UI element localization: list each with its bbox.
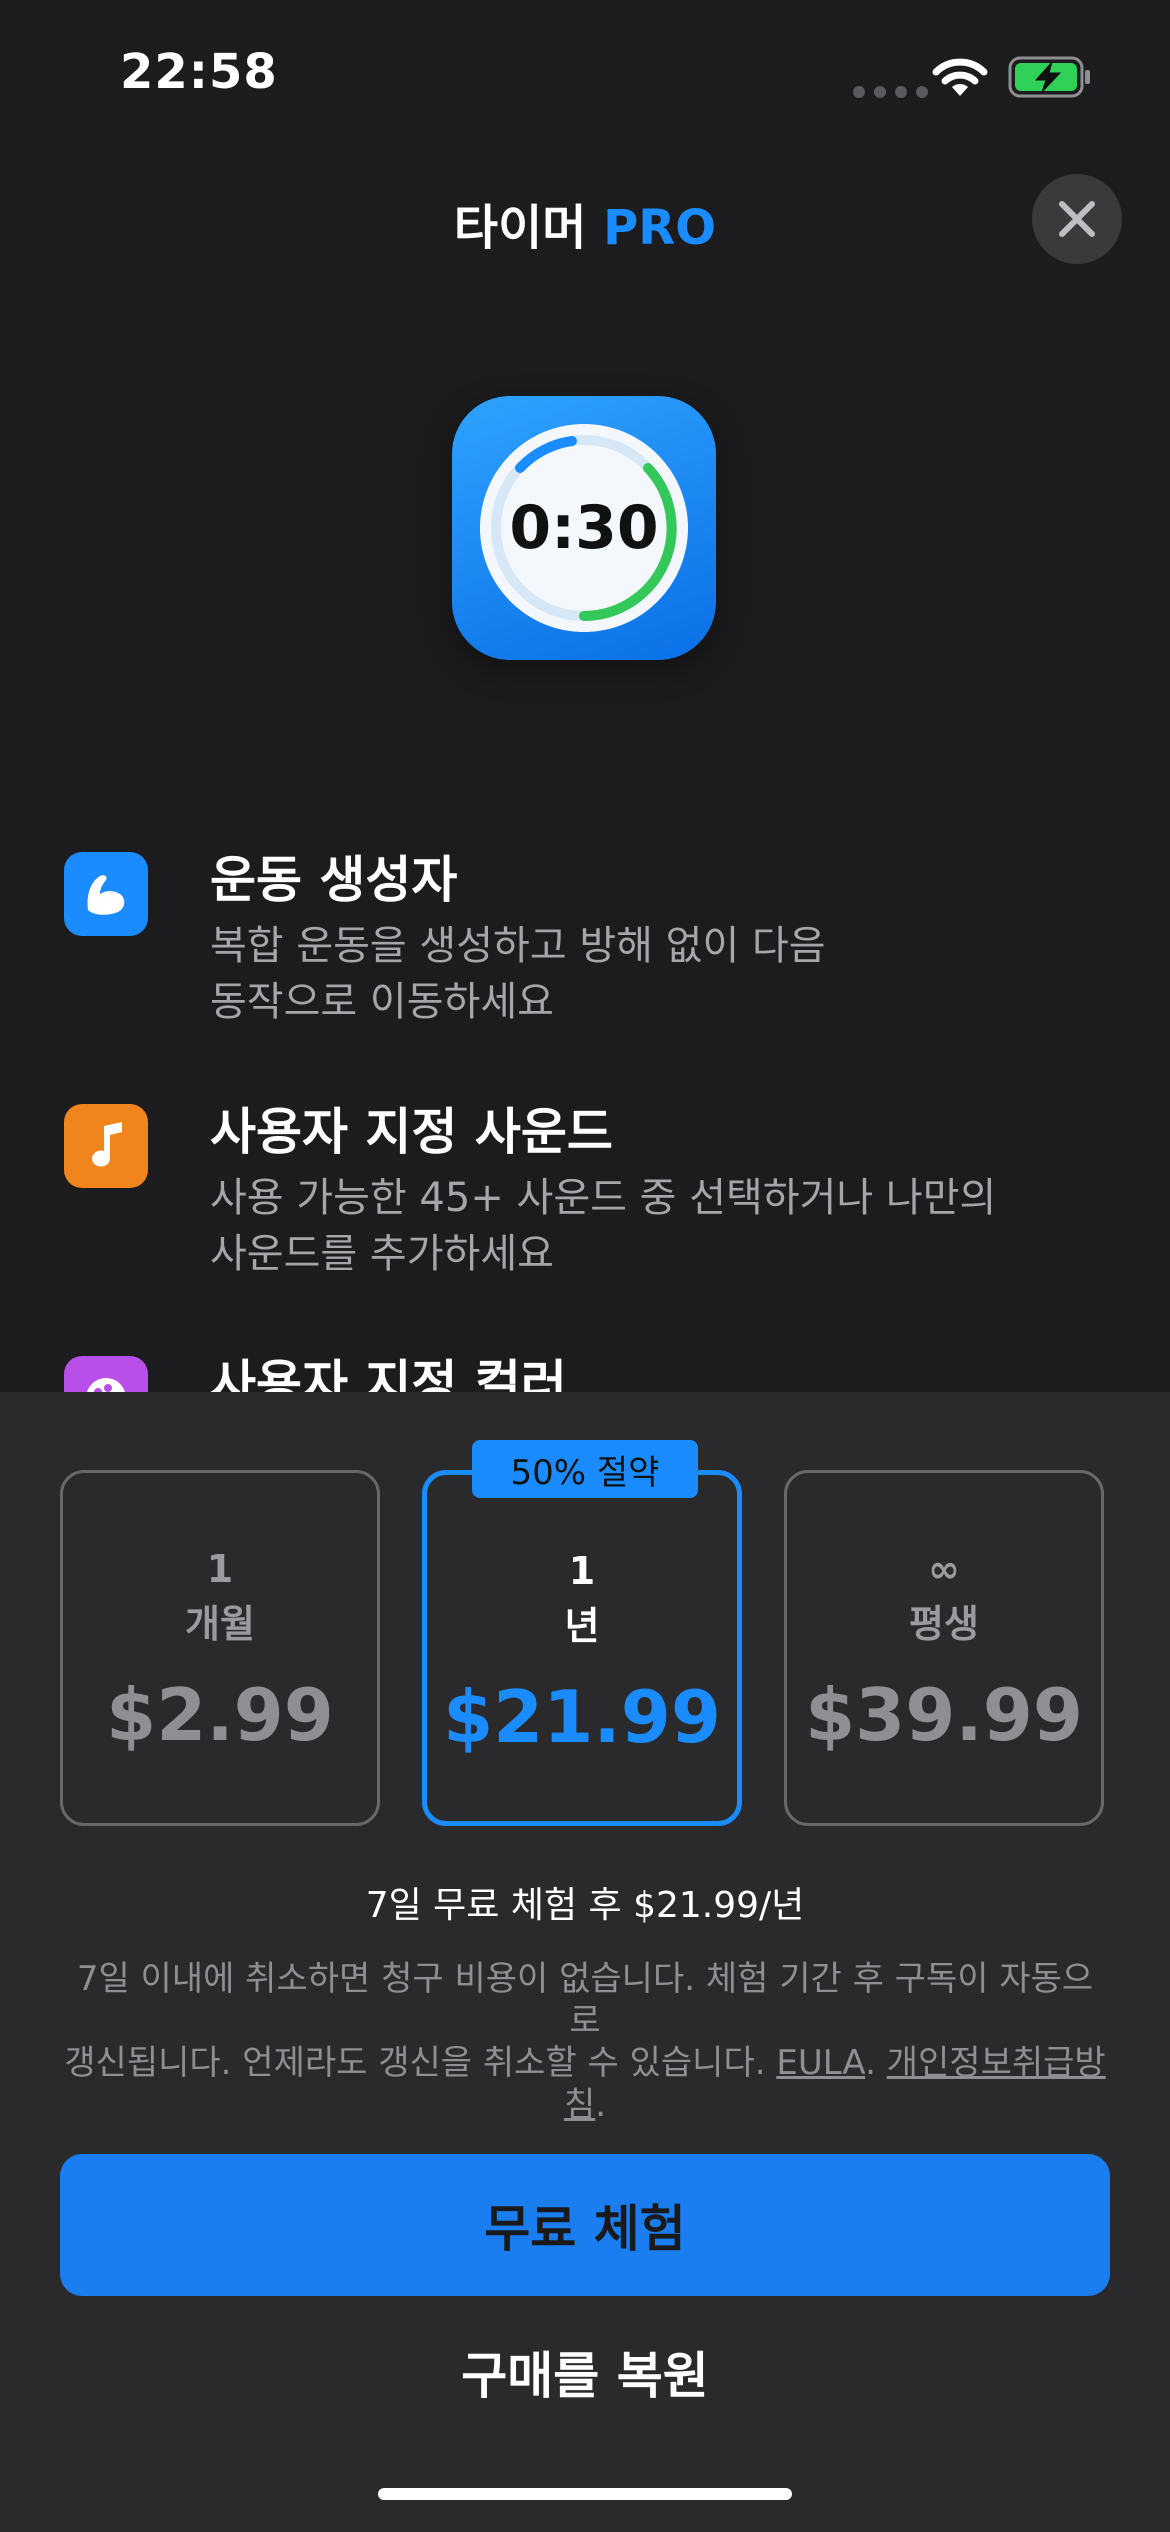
app-icon: 0:30 [452,396,716,660]
plan-count: 1 [206,1547,234,1591]
cellular-signal-icon [853,86,928,98]
trial-summary: 7일 무료 체험 후 $21.99/년 [365,1885,805,1926]
feature-title-sound: 사용자 지정 사운드 [210,1103,613,1161]
eula-link[interactable]: EULA [776,2043,865,2083]
privacy-link[interactable]: 개인정보취급방 [887,2043,1106,2083]
plan-price: $2.99 [106,1673,334,1757]
title-main: 타이머 [453,200,587,256]
plan-count: ∞ [928,1547,960,1591]
legal-period: . [595,2085,607,2125]
page-title: 타이머 PRO [0,188,1170,258]
free-trial-button[interactable]: 무료 체험 [60,2154,1110,2296]
plan-unit: 개월 [185,1602,255,1646]
wifi-icon [932,58,988,96]
close-button[interactable] [1032,174,1122,264]
plan-lifetime[interactable]: ∞ 평생 $39.99 [784,1470,1104,1826]
plan-unit: 평생 [909,1602,979,1646]
plan-yearly[interactable]: 1 년 $21.99 [422,1470,742,1826]
home-indicator [378,2488,792,2500]
plan-unit: 년 [564,1604,600,1648]
close-icon [1059,201,1095,237]
legal-line-2: 갱신됩니다. 언제라도 갱신을 취소할 수 있습니다. [64,2043,777,2083]
feature-desc-workout-1: 복합 운동을 생성하고 방해 없이 다음 [210,923,826,969]
title-pro: PRO [603,200,717,256]
feature-icon-sound [64,1104,148,1188]
music-note-icon [92,1122,122,1167]
plan-price: $21.99 [443,1675,721,1759]
plan-monthly[interactable]: 1 개월 $2.99 [60,1470,380,1826]
legal-text: 7일 이내에 취소하면 청구 비용이 없습니다. 체험 기간 후 구독이 자동으… [62,1958,1108,2126]
savings-badge: 50% 절약 [472,1440,698,1498]
feature-desc-sound-1: 사용 가능한 45+ 사운드 중 선택하거나 나만의 [210,1175,997,1221]
legal-line-1: 7일 이내에 취소하면 청구 비용이 없습니다. 체험 기간 후 구독이 자동으… [76,1959,1094,2041]
restore-purchase-button[interactable]: 구매를 복원 [0,2336,1170,2408]
flexed-arm-icon [87,875,125,915]
plan-count: 1 [568,1549,596,1593]
legal-separator: . [865,2043,887,2083]
status-time: 22:58 [120,44,278,100]
privacy-link-cont[interactable]: 침 [564,2085,595,2125]
feature-icon-workout [64,852,148,936]
feature-desc-workout-2: 동작으로 이동하세요 [210,979,554,1025]
battery-charging-icon [1008,56,1090,98]
plan-price: $39.99 [805,1673,1083,1757]
app-icon-time: 0:30 [509,493,659,563]
feature-title-workout: 운동 생성자 [210,851,458,909]
feature-desc-sound-2: 사운드를 추가하세요 [210,1231,554,1277]
